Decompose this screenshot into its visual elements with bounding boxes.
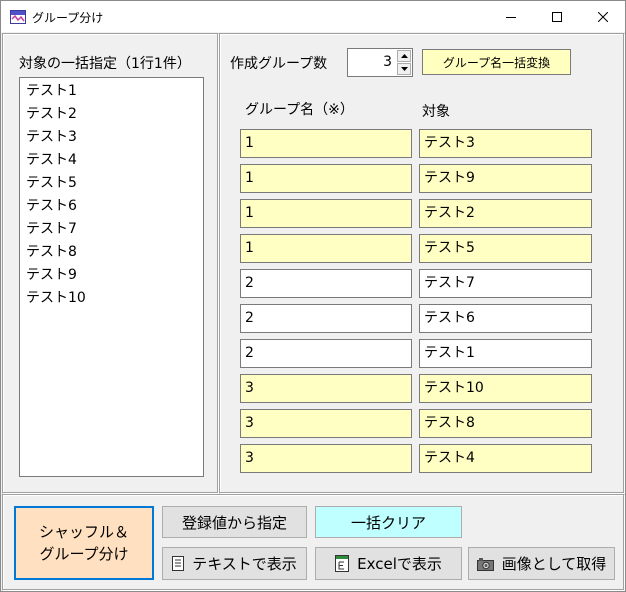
stepper-down-button[interactable] [397,63,411,75]
app-window: グループ分け 対象の一括指定（1行1件） テスト1 テスト2 テスト3 テスト4… [0,0,626,592]
show-excel-label: Excelで表示 [357,555,442,573]
load-registered-button[interactable]: 登録値から指定 [162,506,307,538]
group-name-field[interactable]: 2 [240,339,412,368]
minimize-icon [506,16,516,18]
group-name-field[interactable]: 1 [240,164,412,193]
document-icon [172,556,185,571]
group-name-header: グループ名（※） [245,102,354,118]
target-field[interactable]: テスト5 [419,234,592,263]
title-bar: グループ分け [1,1,625,32]
target-field[interactable]: テスト6 [419,304,592,333]
bulk-target-label: 対象の一括指定（1行1件） [19,56,191,72]
shuffle-group-button[interactable]: シャッフル＆ グループ分け [14,506,154,580]
group-name-field[interactable]: 2 [240,269,412,298]
target-field[interactable]: テスト1 [419,339,592,368]
target-header: 対象 [422,104,450,120]
group-name-field[interactable]: 1 [240,234,412,263]
group-count-value: 3 [383,54,392,70]
target-field[interactable]: テスト4 [419,444,592,473]
shuffle-label-line2: グループ分け [39,545,129,563]
clear-all-button[interactable]: 一括クリア [315,506,462,538]
list-item: テスト6 [26,198,77,214]
show-excel-button[interactable]: Excelで表示 [315,547,462,580]
group-name-field[interactable]: 2 [240,304,412,333]
list-item: テスト7 [26,221,77,237]
capture-image-button[interactable]: 画像として取得 [468,547,615,580]
stepper-buttons [397,50,411,75]
group-name-field[interactable]: 3 [240,374,412,403]
target-field[interactable]: テスト9 [419,164,592,193]
chevron-down-icon [400,67,408,71]
rename-groups-button[interactable]: グループ名一括変換 [422,49,571,75]
group-count-stepper[interactable]: 3 [347,48,413,77]
target-field[interactable]: テスト10 [419,374,592,403]
list-item: テスト4 [26,152,77,168]
excel-icon [335,555,350,572]
close-icon [598,11,608,22]
target-field[interactable]: テスト7 [419,269,592,298]
maximize-button[interactable] [534,1,580,32]
list-item: テスト3 [26,129,77,145]
target-list-textarea[interactable]: テスト1 テスト2 テスト3 テスト4 テスト5 テスト6 テスト7 テスト8 … [19,77,204,477]
group-name-field[interactable]: 1 [240,199,412,228]
camera-icon [476,557,494,571]
window-title: グループ分け [32,11,104,25]
chevron-up-icon [400,54,408,58]
target-field[interactable]: テスト2 [419,199,592,228]
group-name-field[interactable]: 3 [240,409,412,438]
target-field[interactable]: テスト8 [419,409,592,438]
capture-image-label: 画像として取得 [501,555,607,573]
list-item: テスト8 [26,244,77,260]
target-field[interactable]: テスト3 [419,129,592,158]
minimize-button[interactable] [488,1,534,32]
close-button[interactable] [580,1,626,32]
list-item: テスト10 [26,290,86,306]
group-name-field[interactable]: 3 [240,444,412,473]
group-name-field[interactable]: 1 [240,129,412,158]
list-item: テスト9 [26,267,77,283]
group-count-label: 作成グループ数 [230,56,328,72]
stepper-up-button[interactable] [397,50,411,62]
app-icon [10,9,26,24]
show-text-button[interactable]: テキストで表示 [162,547,307,580]
list-item: テスト5 [26,175,77,191]
list-item: テスト2 [26,106,77,122]
maximize-icon [552,11,562,22]
shuffle-label-line1: シャッフル＆ [38,523,129,541]
list-item: テスト1 [26,83,77,99]
show-text-label: テキストで表示 [192,555,297,573]
